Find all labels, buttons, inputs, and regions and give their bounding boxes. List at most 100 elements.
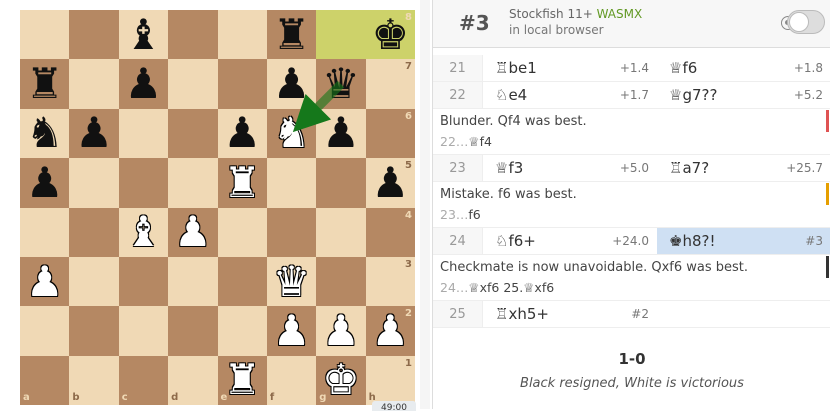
white-knight-icon[interactable]: ♞ (267, 109, 316, 158)
move-comment: Blunder. Qf4 was best. 22…♕f4 (433, 109, 830, 155)
square-a8[interactable] (20, 10, 70, 60)
square-e4[interactable] (217, 207, 267, 257)
white-pawn-icon[interactable]: ♟ (316, 306, 365, 355)
engine-name: Stockfish 11+ WASMX (509, 7, 642, 21)
move-san: ♕f3 (495, 159, 524, 177)
chess-board[interactable]: 8 7 6 5 4 3 2 1 a b c d e f g h ♝ ♜ ♚ ♜ ♟ ♟ ♛ ♞ ♟ ♟ ♞ ♟ ♟ ♜ ♟ ♝ ♟ ♟ ♛ ♟ ♟ ♟ ♜ ♚ (20, 10, 415, 405)
square-g5[interactable] (316, 158, 366, 208)
square-d2[interactable] (168, 306, 218, 356)
alternative-line[interactable]: 24…♕xf6 25.♕xf6 (440, 275, 830, 300)
square-c5[interactable] (118, 158, 169, 208)
square-e2[interactable] (217, 306, 267, 356)
square-g3[interactable] (316, 256, 366, 307)
move-white[interactable]: ♖xh5+ #2 (483, 301, 657, 327)
white-pawn-icon[interactable]: ♟ (168, 208, 217, 257)
move-number: 21 (433, 55, 483, 81)
move-black-current[interactable]: ♚h8?! #3 (657, 228, 830, 254)
square-a2[interactable] (20, 306, 70, 356)
move-white[interactable]: ♖be1 +1.4 (483, 55, 657, 81)
square-d7[interactable] (168, 59, 218, 109)
annotation-glyph: ? (701, 159, 710, 177)
board-squares[interactable]: 8 7 6 5 4 3 2 1 a b c d e f g h ♝ ♜ ♚ ♜ ♟ ♟ ♛ ♞ ♟ ♟ ♞ ♟ ♟ ♜ ♟ ♝ ♟ ♟ ♛ ♟ ♟ ♟ ♜ ♚ (20, 10, 415, 405)
square-g8[interactable] (316, 10, 366, 60)
file-label: d (171, 392, 179, 403)
engine-toggle[interactable] (787, 10, 825, 34)
black-rook-icon[interactable]: ♜ (267, 10, 316, 59)
square-a4[interactable] (20, 207, 70, 257)
white-queen-icon[interactable]: ♛ (267, 257, 316, 306)
inaccuracy-marker (826, 256, 829, 278)
alt-move-number: 24… (440, 280, 469, 295)
white-bishop-icon[interactable]: ♝ (119, 208, 168, 257)
move-row: 21 ♖be1 +1.4 ♕f6 +1.8 (433, 55, 830, 82)
square-c6[interactable] (118, 108, 169, 159)
square-e3[interactable] (217, 256, 267, 307)
annotation-glyph: ?? (701, 86, 718, 104)
black-pawn-icon[interactable]: ♟ (119, 59, 168, 108)
square-b3[interactable] (69, 256, 119, 307)
engine-tag: WASMX (596, 7, 643, 21)
square-f4[interactable] (266, 207, 317, 257)
move-san: ♖be1 (495, 59, 537, 77)
square-c3[interactable] (118, 256, 169, 307)
move-row: 25 ♖xh5+ #2 (433, 301, 830, 328)
panel-divider (420, 0, 430, 409)
result-score: 1-0 (618, 350, 646, 368)
black-pawn-icon[interactable]: ♟ (20, 158, 69, 207)
white-rook-icon[interactable]: ♜ (218, 356, 267, 405)
result-status: Black resigned, White is victorious (520, 376, 744, 391)
black-pawn-icon[interactable]: ♟ (69, 109, 118, 158)
move-black[interactable]: ♕g7?? +5.2 (657, 82, 830, 108)
square-f5[interactable] (266, 158, 317, 208)
black-knight-icon[interactable]: ♞ (20, 109, 69, 158)
move-black-empty (657, 301, 830, 327)
square-d8[interactable] (168, 10, 218, 60)
square-b8[interactable] (69, 10, 119, 60)
white-pawn-icon[interactable]: ♟ (20, 257, 69, 306)
square-b4[interactable] (69, 207, 119, 257)
blunder-marker (826, 110, 829, 132)
square-e8[interactable] (217, 10, 267, 60)
analysis-panel: #3 Stockfish 11+ WASMX in local browser … (432, 0, 830, 409)
white-pawn-icon[interactable]: ♟ (267, 306, 316, 355)
white-rook-icon[interactable]: ♜ (218, 158, 267, 207)
comment-text: Blunder. Qf4 was best. (440, 114, 587, 129)
move-row: 22 ♘e4 +1.7 ♕g7?? +5.2 (433, 82, 830, 109)
black-queen-icon[interactable]: ♛ (316, 59, 365, 108)
square-b5[interactable] (69, 158, 119, 208)
black-bishop-icon[interactable]: ♝ (119, 10, 168, 59)
alternative-line[interactable]: 23…f6 (440, 202, 830, 227)
move-black[interactable]: ♕f6 +1.8 (657, 55, 830, 81)
black-king-icon[interactable]: ♚ (366, 10, 415, 59)
move-number: 23 (433, 155, 483, 181)
square-e7[interactable] (217, 59, 267, 109)
move-white[interactable]: ♘e4 +1.7 (483, 82, 657, 108)
file-label: b (72, 392, 80, 403)
comment-text: Mistake. f6 was best. (440, 187, 577, 202)
black-pawn-icon[interactable]: ♟ (267, 59, 316, 108)
move-eval: +1.4 (619, 61, 649, 75)
square-d5[interactable] (168, 158, 218, 208)
square-d3[interactable] (168, 256, 218, 307)
alternative-line[interactable]: 22…♕f4 (440, 129, 830, 154)
black-pawn-icon[interactable]: ♟ (366, 158, 415, 207)
square-c2[interactable] (118, 306, 169, 356)
move-white[interactable]: ♘f6+ +24.0 (483, 228, 657, 254)
move-eval: #2 (631, 307, 649, 321)
white-king-icon[interactable]: ♚ (316, 356, 365, 405)
white-pawn-icon[interactable]: ♟ (366, 306, 415, 355)
black-pawn-icon[interactable]: ♟ (316, 109, 365, 158)
square-d6[interactable] (168, 108, 218, 159)
square-b7[interactable] (69, 59, 119, 109)
square-b2[interactable] (69, 306, 119, 356)
black-rook-icon[interactable]: ♜ (20, 59, 69, 108)
black-pawn-icon[interactable]: ♟ (218, 109, 267, 158)
square-f1[interactable] (266, 355, 317, 405)
alt-move: ♕f4 (468, 134, 492, 149)
move-eval: +1.8 (793, 61, 823, 75)
square-g4[interactable] (316, 207, 366, 257)
move-black[interactable]: ♖a7? +25.7 (657, 155, 830, 181)
move-white[interactable]: ♕f3 +5.0 (483, 155, 657, 181)
move-san: ♘e4 (495, 86, 528, 104)
file-label: c (121, 392, 128, 403)
